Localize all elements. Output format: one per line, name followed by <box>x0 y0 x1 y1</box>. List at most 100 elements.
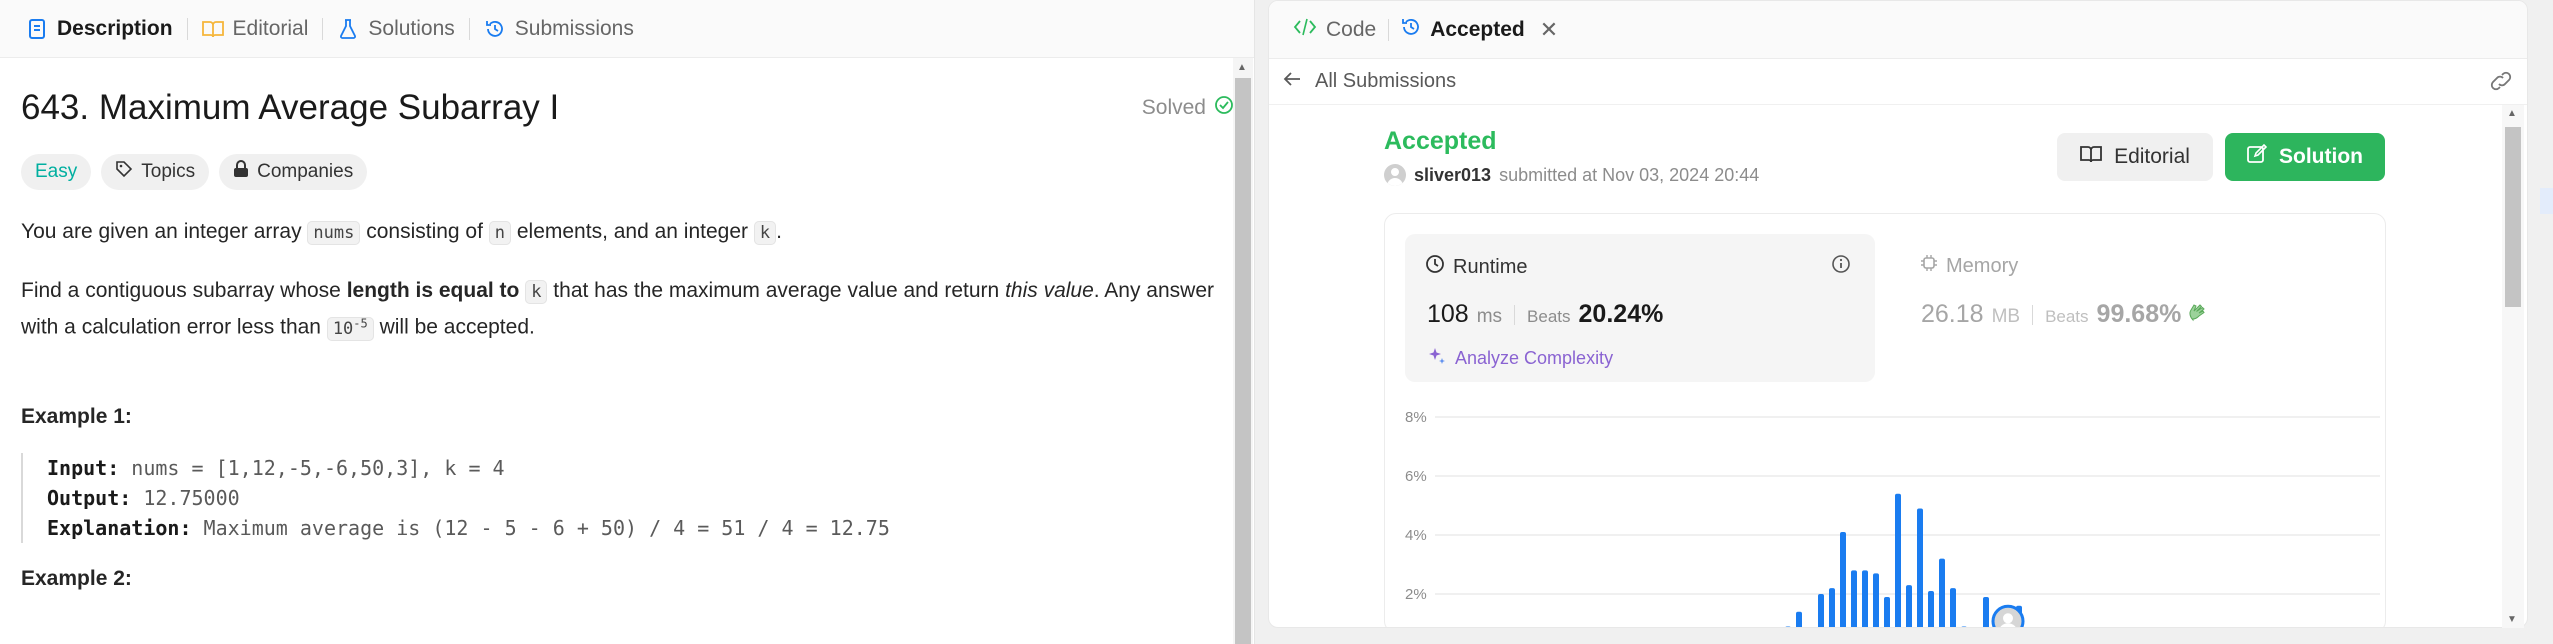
runtime-value-row: 108 ms Beats 20.24% <box>1427 300 1663 329</box>
chart-bar[interactable] <box>1950 588 1956 628</box>
tab-label: Accepted <box>1430 17 1525 41</box>
chart-bar[interactable] <box>1840 532 1846 628</box>
tab-solutions[interactable]: Solutions <box>327 0 464 58</box>
chart-bar[interactable] <box>1829 588 1835 628</box>
chart-bar[interactable] <box>1873 573 1879 628</box>
beats-label: Beats <box>1527 307 1571 326</box>
code-base: 10 <box>332 318 354 339</box>
chip-icon <box>1920 254 1938 278</box>
companies-label: Companies <box>257 161 354 182</box>
username[interactable]: sliver013 <box>1414 165 1491 186</box>
runtime-value: 108 <box>1427 300 1469 328</box>
example-1-title: Example 1: <box>21 404 132 428</box>
scroll-up-arrow-icon[interactable]: ▲ <box>2507 108 2517 119</box>
scrollbar-thumb[interactable] <box>1235 78 1251 644</box>
tab-code[interactable]: Code <box>1285 1 1384 59</box>
right-scrollbar[interactable]: ▲ ▼ <box>2502 105 2524 628</box>
example-1-block: Input: nums = [1,12,-5,-6,50,3], k = 4 O… <box>21 452 1234 543</box>
tab-label: Solutions <box>368 16 455 40</box>
back-to-submissions[interactable]: All Submissions <box>1283 70 1456 93</box>
chart-bar[interactable] <box>1983 596 1989 628</box>
clock-icon <box>1425 254 1445 280</box>
chart-bar[interactable] <box>1895 493 1901 628</box>
memory-header[interactable]: Memory <box>1920 254 2018 278</box>
info-icon[interactable] <box>1831 254 1851 279</box>
check-circle-icon <box>1214 95 1234 121</box>
avatar[interactable] <box>1384 164 1406 186</box>
chart-bar[interactable] <box>1939 558 1945 628</box>
chart-bar[interactable] <box>1884 596 1890 628</box>
topics-chip[interactable]: Topics <box>101 154 210 190</box>
label: Output: <box>47 485 132 510</box>
example-explanation-line: Explanation: Maximum average is (12 - 5 … <box>47 513 1234 543</box>
analyze-complexity-link[interactable]: Analyze Complexity <box>1427 346 1613 371</box>
scroll-up-arrow-icon[interactable]: ▲ <box>1237 62 1247 73</box>
panel-edge-handle[interactable] <box>2540 188 2553 214</box>
bold-text: length is equal to <box>346 279 520 302</box>
chart-bar[interactable] <box>1961 626 1967 628</box>
tab-editorial[interactable]: Editorial <box>192 0 319 58</box>
inline-code: k <box>753 221 777 245</box>
chart-bar[interactable] <box>1917 508 1923 628</box>
y-tick-label: 8% <box>1405 409 1427 426</box>
left-scrollbar[interactable]: ▲ <box>1233 58 1253 644</box>
chart-bar[interactable] <box>1785 626 1791 628</box>
italic-text: this value <box>1005 279 1094 302</box>
chart-bar[interactable] <box>1818 594 1824 628</box>
tab-submissions[interactable]: Submissions <box>474 0 644 58</box>
scrollbar-thumb[interactable] <box>2505 127 2521 307</box>
status-label: Accepted <box>1384 127 1497 155</box>
inline-code: n <box>488 221 512 245</box>
runtime-box[interactable]: Runtime 108 ms Beats 20.24% Analyze Comp… <box>1405 234 1875 382</box>
chart-marker <box>1991 604 2025 627</box>
back-label: All Submissions <box>1315 70 1457 92</box>
chart-bar[interactable] <box>1928 591 1934 628</box>
solution-label: Solution <box>2279 145 2363 168</box>
arrow-left-icon <box>1283 70 1301 93</box>
clap-icon <box>2187 300 2209 329</box>
tab-accepted[interactable]: Accepted ✕ <box>1393 1 1566 59</box>
right-tab-bar: Code Accepted ✕ <box>1269 1 2527 59</box>
description-paragraph-1: You are given an integer array nums cons… <box>21 216 1221 249</box>
divider <box>2032 304 2034 325</box>
y-tick-label: 2% <box>1405 586 1427 603</box>
companies-chip[interactable]: Companies <box>219 154 368 190</box>
left-tab-bar: Description Editorial Solutions Submissi… <box>0 0 1254 58</box>
beats-label: Beats <box>2045 307 2089 326</box>
problem-title[interactable]: 643. Maximum Average Subarray I <box>21 88 559 128</box>
analyze-label: Analyze Complexity <box>1455 348 1614 368</box>
submission-nav-bar: All Submissions <box>1269 59 2527 105</box>
submitted-time: submitted at Nov 03, 2024 20:44 <box>1499 164 1760 185</box>
chart-bar[interactable] <box>1796 611 1802 628</box>
label: Input: <box>47 455 120 480</box>
code-exponent: -5 <box>353 316 368 330</box>
close-icon[interactable]: ✕ <box>1540 17 1558 43</box>
user-marker-avatar <box>2003 613 2013 624</box>
solution-button[interactable]: Solution <box>2225 133 2385 181</box>
tag-icon <box>115 160 133 184</box>
difficulty-badge: Easy <box>21 154 92 190</box>
memory-unit: MB <box>1991 306 2021 327</box>
tab-label: Submissions <box>514 16 634 40</box>
text: that has the maximum average value and r… <box>547 279 1006 302</box>
value: 12.75000 <box>143 485 240 510</box>
problem-description: 643. Maximum Average Subarray I Solved E… <box>0 58 1254 591</box>
problem-tags: Easy Topics Companies <box>21 154 1234 190</box>
memory-label: Memory <box>1946 254 2019 277</box>
tab-description[interactable]: Description <box>16 0 183 58</box>
tab-divider <box>186 17 188 40</box>
topics-label: Topics <box>141 161 196 182</box>
runtime-distribution-chart: 8% 6% 4% 2% <box>1405 409 2380 628</box>
link-icon[interactable] <box>2489 71 2513 97</box>
solved-label: Solved <box>1141 96 1206 119</box>
memory-value: 26.18 <box>1921 300 1984 328</box>
solved-status: Solved <box>1142 95 1234 121</box>
scroll-down-arrow-icon[interactable]: ▼ <box>2507 614 2517 625</box>
book-icon <box>2080 145 2102 169</box>
chart-bar[interactable] <box>1906 585 1912 628</box>
editorial-button[interactable]: Editorial <box>2057 133 2213 181</box>
chart-bar[interactable] <box>1862 570 1868 628</box>
submission-panel: Code Accepted ✕ All Submissions Accepted… <box>1268 0 2528 628</box>
chart-bar[interactable] <box>1851 570 1857 628</box>
memory-value-row: 26.18 MB Beats 99.68% <box>1921 300 2209 329</box>
